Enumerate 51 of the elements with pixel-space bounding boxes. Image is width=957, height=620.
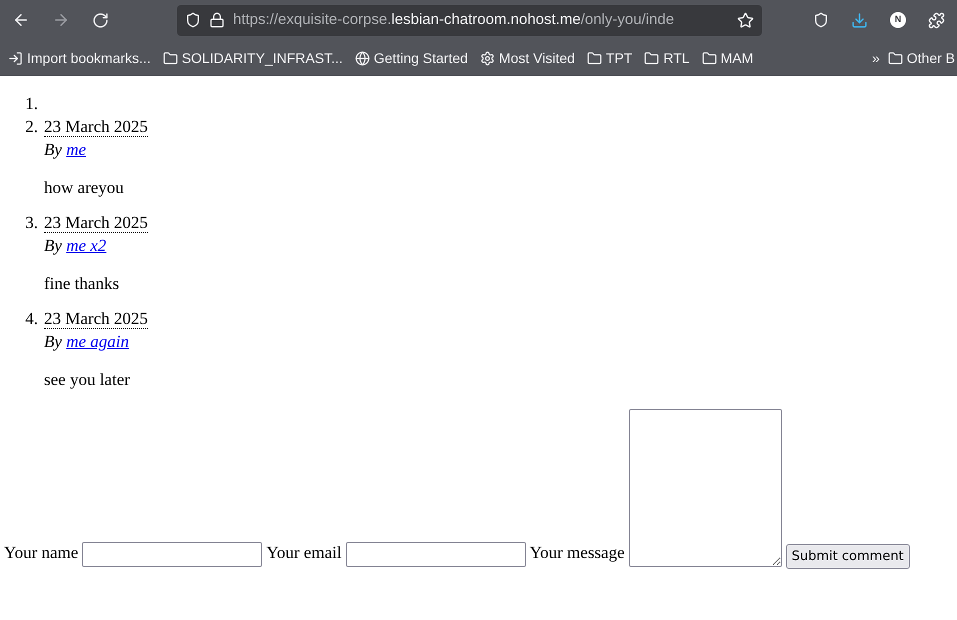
folder-icon bbox=[644, 50, 660, 66]
extensions-icon[interactable] bbox=[928, 12, 945, 28]
comment-message: how areyou bbox=[44, 177, 125, 199]
by-label: By bbox=[44, 236, 62, 255]
bookmark-item[interactable]: RTL bbox=[644, 48, 690, 68]
overflow-button[interactable]: » bbox=[872, 48, 880, 68]
author-link[interactable]: me again bbox=[66, 332, 129, 351]
name-label: Your name bbox=[4, 542, 78, 564]
forward-button[interactable] bbox=[52, 11, 70, 29]
message-field[interactable] bbox=[628, 409, 782, 567]
comment-date: 23 March 2025 bbox=[44, 309, 148, 329]
globe-icon bbox=[354, 50, 370, 66]
bookmark-item[interactable]: Other B bbox=[888, 48, 955, 68]
list-number: 3. bbox=[24, 212, 39, 234]
bookmark-item[interactable]: MAM bbox=[702, 48, 754, 68]
reload-button[interactable] bbox=[92, 12, 109, 28]
author-link[interactable]: me bbox=[66, 140, 86, 159]
download-icon[interactable] bbox=[851, 12, 868, 28]
bookmark-item[interactable]: Getting Started bbox=[354, 48, 468, 68]
list-number: 2. bbox=[24, 116, 39, 138]
email-label: Your email bbox=[266, 542, 342, 564]
import-icon bbox=[8, 50, 23, 66]
shield-icon bbox=[185, 12, 201, 28]
folder-icon bbox=[162, 50, 178, 66]
by-label: By bbox=[44, 140, 62, 159]
author-link[interactable]: me x2 bbox=[66, 236, 106, 255]
submit-button[interactable]: Submit comment bbox=[786, 544, 910, 569]
comment-date: 23 March 2025 bbox=[44, 117, 148, 137]
by-label: By bbox=[44, 332, 62, 351]
bookmark-item[interactable]: Import bookmarks... bbox=[8, 48, 151, 68]
star-icon[interactable] bbox=[737, 12, 754, 28]
folder-icon bbox=[586, 50, 602, 66]
folder-icon bbox=[702, 50, 717, 66]
comment-date: 23 March 2025 bbox=[44, 213, 148, 233]
comment-message: fine thanks bbox=[44, 273, 120, 295]
bookmark-item[interactable]: TPT bbox=[586, 48, 632, 68]
lock-icon bbox=[209, 12, 225, 28]
message-label: Your message bbox=[530, 542, 625, 564]
name-field[interactable] bbox=[82, 542, 262, 567]
bookmark-item[interactable]: SOLIDARITY_INFRAST... bbox=[162, 48, 343, 68]
list-number: 1. bbox=[24, 93, 39, 115]
email-field[interactable] bbox=[346, 542, 526, 567]
bookmark-item[interactable]: Most Visited bbox=[480, 48, 575, 68]
folder-icon bbox=[888, 50, 903, 66]
url-text: https://exquisite-corpse.lesbian-chatroom.nohost.me/only-you/inde bbox=[233, 10, 674, 30]
back-button[interactable] bbox=[12, 11, 30, 29]
comment-message: see you later bbox=[44, 369, 131, 391]
profile-avatar[interactable]: N bbox=[890, 12, 906, 28]
gear-icon bbox=[480, 50, 495, 66]
list-number: 4. bbox=[24, 308, 39, 330]
address-bar[interactable]: https://exquisite-corpse.lesbian-chatroom.nohost.me/only-you/inde bbox=[177, 4, 762, 36]
